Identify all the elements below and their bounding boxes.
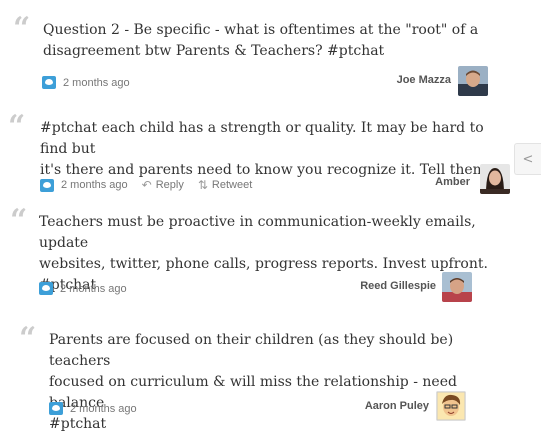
tweet-card: “ Question 2 - Be specific - what is oft… xyxy=(13,14,493,100)
share-icon: < xyxy=(522,151,534,167)
tweet-card: “ Teachers must be proactive in communic… xyxy=(10,206,490,302)
avatar[interactable] xyxy=(458,66,488,96)
author-name[interactable]: Reed Gillespie xyxy=(340,280,436,292)
tweet-text: #ptchat each child has a strength or qua… xyxy=(40,118,508,181)
reply-button[interactable]: ↶ Reply xyxy=(142,178,184,192)
open-quote-icon: “ xyxy=(10,203,27,238)
tweet-text-line: #ptchat each child has a strength or qua… xyxy=(40,120,484,157)
open-quote-icon: “ xyxy=(13,11,30,46)
tweet-text-line: disagreement btw Parents & Teachers? #pt… xyxy=(43,43,385,59)
tweet-card: “ Parents are focused on their children … xyxy=(19,324,479,432)
reply-label: Reply xyxy=(155,179,184,191)
retweet-icon: ⇅ xyxy=(197,178,208,192)
avatar[interactable] xyxy=(442,272,472,302)
tweet-timestamp[interactable]: 2 months ago xyxy=(60,283,127,295)
twitter-bird-icon[interactable] xyxy=(40,178,54,192)
tweet-timestamp[interactable]: 2 months ago xyxy=(61,179,128,191)
tweet-meta: 2 months ago xyxy=(39,282,127,295)
author-name[interactable]: Amber xyxy=(408,176,470,188)
open-quote-icon: “ xyxy=(19,321,36,356)
open-quote-icon: “ xyxy=(8,109,25,144)
tweet-text: Parents are focused on their children (a… xyxy=(49,330,479,435)
author-name[interactable]: Aaron Puley xyxy=(349,400,429,412)
retweet-label: Retweet xyxy=(211,179,253,191)
tweet-card: “ #ptchat each child has a strength or q… xyxy=(8,112,510,198)
tweet-text: Question 2 - Be specific - what is often… xyxy=(43,20,478,62)
tweet-meta: 2 months ago xyxy=(42,76,130,89)
twitter-bird-icon[interactable] xyxy=(42,76,56,89)
tweet-meta: 2 months ago ↶ Reply ⇅ Retweet xyxy=(40,178,252,192)
retweet-button[interactable]: ⇅ Retweet xyxy=(198,178,252,192)
reply-arrow-icon: ↶ xyxy=(141,178,152,192)
author-name[interactable]: Joe Mazza xyxy=(373,74,451,86)
twitter-bird-icon[interactable] xyxy=(39,282,53,295)
tweet-timestamp[interactable]: 2 months ago xyxy=(70,403,137,415)
avatar[interactable] xyxy=(480,164,510,194)
tweet-text-line: Parents are focused on their children (a… xyxy=(49,332,454,369)
twitter-bird-icon[interactable] xyxy=(49,402,63,415)
tweet-text-line: Question 2 - Be specific - what is often… xyxy=(43,22,479,38)
tweet-text-line: Teachers must be proactive in communicat… xyxy=(39,214,476,251)
share-tab[interactable]: < xyxy=(514,143,541,175)
tweet-meta: 2 months ago xyxy=(49,402,137,415)
tweet-text-line: websites, twitter, phone calls, progress… xyxy=(39,256,488,272)
avatar[interactable] xyxy=(436,391,466,421)
tweet-timestamp[interactable]: 2 months ago xyxy=(63,77,130,89)
